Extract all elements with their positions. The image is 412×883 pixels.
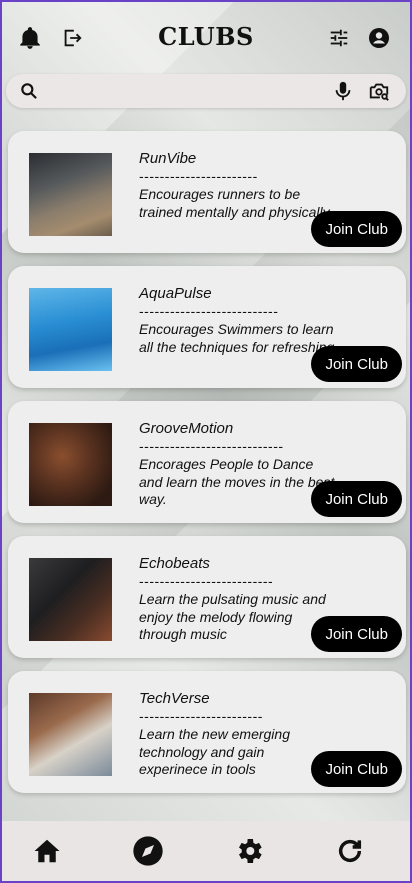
- club-image: [29, 693, 112, 776]
- club-card: Echobeats -------------------------- Lea…: [8, 536, 406, 658]
- club-description: Learn the new emerging technology and ga…: [139, 726, 290, 777]
- search-bar: [6, 74, 406, 108]
- club-card: GrooveMotion ---------------------------…: [8, 401, 406, 523]
- join-club-button[interactable]: Join Club: [311, 211, 402, 247]
- club-card: RunVibe ----------------------- Encourag…: [8, 131, 406, 253]
- club-divider: --------------------------: [139, 573, 274, 589]
- club-divider: ----------------------------: [139, 438, 284, 454]
- join-club-button[interactable]: Join Club: [311, 751, 402, 787]
- club-image: [29, 558, 112, 641]
- club-card: TechVerse ------------------------ Learn…: [8, 671, 406, 793]
- club-name: TechVerse: [139, 690, 210, 707]
- club-description: Encourages Swimmers to learn all the tec…: [139, 321, 335, 355]
- club-name: RunVibe: [139, 150, 197, 167]
- club-image: [29, 423, 112, 506]
- club-name: GrooveMotion: [139, 420, 234, 437]
- club-image: [29, 153, 112, 236]
- club-divider: -----------------------: [139, 168, 258, 184]
- settings-icon[interactable]: [233, 835, 265, 867]
- join-club-button[interactable]: Join Club: [311, 616, 402, 652]
- club-description: Encorages People to Dance and learn the …: [139, 456, 335, 507]
- bottom-nav: [2, 821, 410, 881]
- club-description: Encourages runners to be trained mentall…: [139, 186, 333, 220]
- search-icon[interactable]: [18, 80, 40, 102]
- join-club-button[interactable]: Join Club: [311, 481, 402, 517]
- search-input[interactable]: [50, 79, 324, 105]
- club-divider: ------------------------: [139, 708, 263, 724]
- club-card: AquaPulse --------------------------- En…: [8, 266, 406, 388]
- club-name: Echobeats: [139, 555, 210, 572]
- account-icon[interactable]: [365, 24, 393, 52]
- club-name: AquaPulse: [139, 285, 212, 302]
- header: CLUBS: [2, 2, 410, 72]
- app-frame: CLUBS RunVibe ----------------------- En…: [0, 0, 412, 883]
- compass-icon[interactable]: [132, 835, 164, 867]
- camera-search-icon[interactable]: [368, 80, 390, 102]
- club-divider: ---------------------------: [139, 303, 279, 319]
- join-club-button[interactable]: Join Club: [311, 346, 402, 382]
- club-image: [29, 288, 112, 371]
- refresh-icon[interactable]: [334, 835, 366, 867]
- mic-icon[interactable]: [332, 80, 354, 102]
- club-description: Learn the pulsating music and enjoy the …: [139, 591, 326, 642]
- home-icon[interactable]: [31, 835, 63, 867]
- filter-icon[interactable]: [325, 24, 353, 52]
